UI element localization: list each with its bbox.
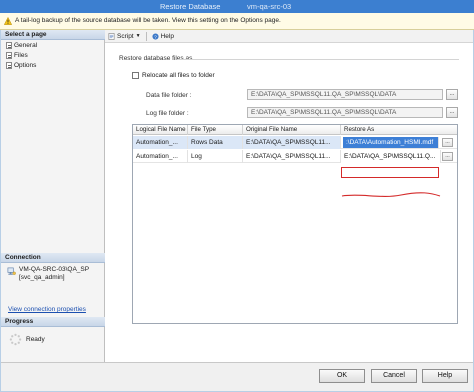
logical-file-name-cell[interactable]: Automation_...	[133, 136, 188, 149]
page-icon	[6, 62, 12, 69]
log-folder-field[interactable]: E:\DATA\QA_SP\MSSQL11.QA_SP\MSSQL\DATA	[247, 107, 443, 118]
script-icon	[108, 32, 115, 40]
data-folder-label: Data file folder :	[146, 92, 192, 99]
page-files-label: Files	[14, 52, 28, 59]
connection-server: VM-QA-SRC-03\QA_SP	[19, 266, 90, 273]
progress-heading: Progress	[1, 317, 105, 327]
connection-user: [svc_qa_admin]	[19, 274, 65, 281]
toolbar-divider	[145, 31, 147, 41]
view-connection-properties-link[interactable]: View connection properties	[8, 306, 86, 313]
progress-status: Ready	[9, 333, 45, 346]
svg-text:?: ?	[154, 34, 157, 40]
column-file-type[interactable]: File Type	[188, 125, 243, 135]
chevron-down-icon: ▼	[135, 33, 141, 39]
restore-as-cell[interactable]: :\DATA\Automation_HSMI.mdf	[343, 137, 439, 148]
table-row[interactable]: Automation_... Rows Data E:\DATA\QA_SP\M…	[133, 136, 457, 149]
page-icon	[6, 52, 12, 59]
page-files[interactable]: Files	[6, 51, 28, 60]
page-options[interactable]: Options	[6, 61, 36, 70]
warning-icon	[4, 17, 12, 25]
table-row[interactable]: Automation_... Log E:\DATA\QA_SP\MSSQL11…	[133, 150, 457, 163]
restore-as-browse-button[interactable]: ...	[442, 138, 453, 147]
window-title: Restore Database	[160, 2, 221, 11]
help-icon: ?	[152, 32, 159, 40]
original-file-name-cell[interactable]: E:\DATA\QA_SP\MSSQL11...	[243, 150, 341, 163]
script-button[interactable]: Script ▼	[105, 33, 144, 40]
group-divider	[177, 59, 459, 60]
relocate-all-files-checkbox[interactable]: Relocate all files to folder	[132, 72, 215, 79]
script-label: Script	[117, 32, 134, 40]
left-panel: Select a page General Files Options Conn…	[1, 30, 105, 362]
annotation-underline	[341, 192, 441, 197]
dialog-footer: OK Cancel Help	[1, 362, 473, 391]
column-original-file-name[interactable]: Original File Name	[243, 125, 341, 135]
checkbox-box[interactable]	[132, 72, 139, 79]
progress-spinner-icon	[9, 333, 22, 346]
data-folder-browse-button[interactable]: ...	[446, 89, 458, 100]
ok-button[interactable]: OK	[319, 369, 365, 383]
help-label: Help	[160, 32, 174, 40]
help-toolbar-button[interactable]: ? Help	[149, 33, 177, 40]
connection-info: VM-QA-SRC-03\QA_SP [svc_qa_admin]	[7, 266, 89, 282]
grid-header: Logical File Name File Type Original Fil…	[133, 125, 457, 135]
page-general-label: General	[14, 42, 38, 49]
connection-heading: Connection	[1, 253, 105, 263]
file-type-cell[interactable]: Rows Data	[188, 136, 243, 149]
cancel-button[interactable]: Cancel	[371, 369, 417, 383]
column-restore-as[interactable]: Restore As	[341, 125, 457, 135]
title-bar: Restore Database vm-qa-src-03	[0, 0, 474, 13]
annotation-highlight-box	[341, 167, 439, 178]
files-grid: Logical File Name File Type Original Fil…	[132, 124, 458, 324]
files-page: Script ▼ ? Help Restore database files a…	[105, 30, 473, 362]
page-icon	[6, 42, 12, 49]
progress-status-text: Ready	[26, 336, 45, 343]
original-file-name-cell[interactable]: E:\DATA\QA_SP\MSSQL11...	[243, 136, 341, 149]
column-logical-file-name[interactable]: Logical File Name	[133, 125, 188, 135]
banner-text: A tail-log backup of the source database…	[15, 17, 281, 24]
help-button[interactable]: Help	[422, 369, 468, 383]
toolbar: Script ▼ ? Help	[105, 30, 473, 43]
window-server-title: vm-qa-src-03	[247, 2, 292, 11]
restore-as-browse-button[interactable]: ...	[442, 152, 453, 161]
relocate-label: Relocate all files to folder	[142, 72, 215, 79]
page-options-label: Options	[14, 62, 37, 69]
restore-as-cell[interactable]: E:\DATA\QA_SP\MSSQL11.Q...	[341, 150, 441, 163]
select-page-heading: Select a page	[1, 30, 105, 40]
server-connection-icon	[7, 267, 16, 275]
data-folder-field[interactable]: E:\DATA\QA_SP\MSSQL11.QA_SP\MSSQL\DATA	[247, 89, 443, 100]
tail-log-warning-banner: A tail-log backup of the source database…	[0, 13, 474, 30]
log-folder-browse-button[interactable]: ...	[446, 107, 458, 118]
log-folder-label: Log file folder :	[146, 110, 189, 117]
file-type-cell[interactable]: Log	[188, 150, 243, 163]
logical-file-name-cell[interactable]: Automation_...	[133, 150, 188, 163]
page-general[interactable]: General	[6, 41, 37, 50]
